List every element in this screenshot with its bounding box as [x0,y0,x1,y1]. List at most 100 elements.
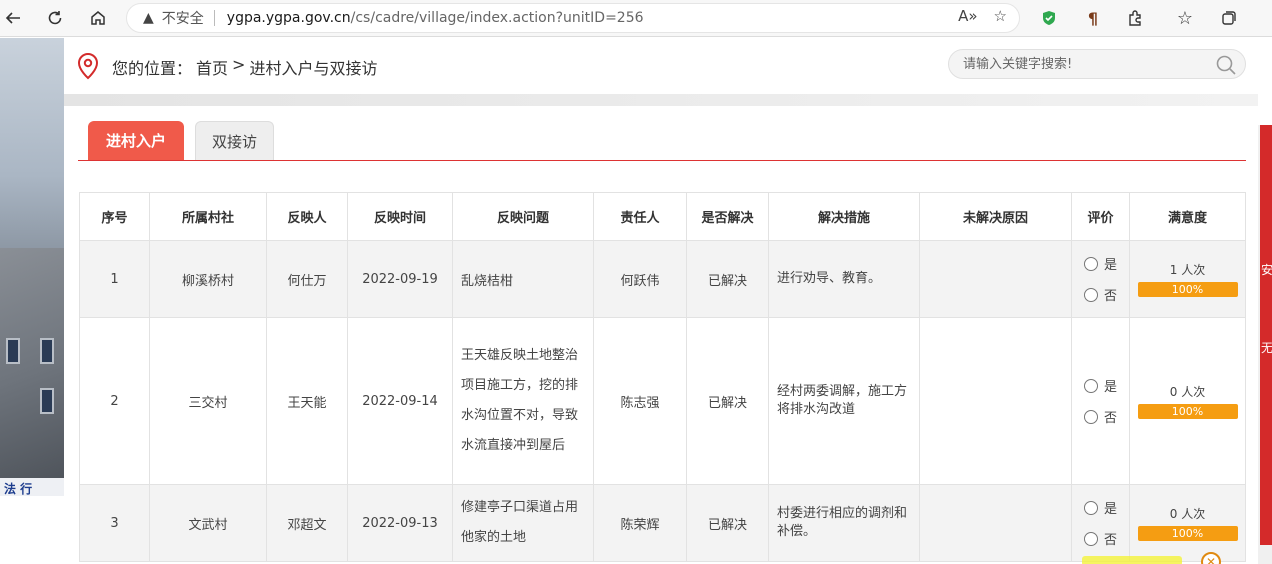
cell-reporter: 邓超文 [266,484,348,562]
reload-icon[interactable] [42,5,68,31]
satisfaction-bar: 100% [1137,404,1238,419]
cell-measure: 经村两委调解，施工方将排水沟改道 [768,317,920,485]
cell-reporter: 何仕万 [266,240,348,318]
rate-yes-radio[interactable] [1083,500,1098,515]
page-header: 您的位置： 首页 > 进村入户与双接访 [64,38,1258,94]
search-icon[interactable] [1215,54,1237,76]
cell-reason [919,240,1072,318]
vote-count: 0 人次 [1169,507,1206,521]
insecure-label: 不安全 [161,11,204,27]
satisfaction-bar: 100% [1137,526,1238,541]
address-bar[interactable]: ▲ 不安全 ygpa.ygpa.gov.cn/cs/cadre/village/… [126,3,1020,33]
cell-solved: 已解决 [686,317,769,485]
cell-measure: 村委进行相应的调剂和补偿。 [768,484,920,562]
breadcrumb-current: 进村入户与双接访 [249,59,378,78]
column-header: 是否解决 [686,192,769,241]
side-char: 无 [1261,341,1272,355]
rate-yes-label: 是 [1103,380,1117,395]
breadcrumb-home-link[interactable]: 首页 [196,55,228,79]
favorites-icon[interactable]: ☆ [1172,5,1198,31]
column-header: 所属村社 [149,192,267,241]
search-input[interactable] [963,54,1203,74]
rate-no-label: 否 [1103,289,1117,304]
search-box [948,49,1246,79]
back-arrow-icon[interactable] [0,5,26,31]
cell-solved: 已解决 [686,240,769,318]
column-header: 反映问题 [452,192,594,241]
cell-date: 2022-09-14 [347,317,453,485]
right-side-bar: 安 无 [1258,125,1272,564]
column-header: 责任人 [593,192,687,241]
window-graphic [40,388,54,414]
building-graphic [0,248,64,496]
rate-no-option[interactable]: 否 [1083,529,1117,548]
right-red-panel[interactable]: 安 无 [1260,125,1272,545]
column-header: 反映人 [266,192,348,241]
rate-yes-label: 是 [1103,258,1117,273]
cell-problem: 乱烧桔柑 [452,240,594,318]
cell-date: 2022-09-13 [347,484,453,562]
collections-icon[interactable] [1216,5,1242,31]
home-icon[interactable] [85,5,111,31]
column-header: 满意度 [1129,192,1246,241]
warning-triangle-icon: ▲ [143,10,154,26]
column-header: 未解决原因 [919,192,1072,241]
content-panel: 进村入户 双接访 序号 所属村社 反映人 反映时间 反映问题 责任人 是否解决 … [64,106,1258,564]
table-row: 3 文武村 邓超文 2022-09-13 修建亭子口渠道占用他家的土地 陈荣辉 … [79,484,1246,562]
rate-no-label: 否 [1103,411,1117,426]
shield-extension-icon[interactable] [1036,5,1062,31]
cell-problem: 王天雄反映土地整治项目施工方，挖的排水沟位置不对，导致水流直接冲到屋后 [452,317,594,485]
rate-no-radio[interactable] [1083,409,1098,424]
tab-village-visit[interactable]: 进村入户 [88,121,184,160]
breadcrumb: 您的位置： 首页 > 进村入户与双接访 [112,55,377,79]
rate-yes-option[interactable]: 是 [1083,254,1117,273]
rate-no-option[interactable]: 否 [1083,407,1117,426]
rate-yes-option[interactable]: 是 [1083,376,1117,395]
rate-yes-radio[interactable] [1083,378,1098,393]
cell-reason [919,484,1072,562]
cell-satisfaction: 0 人次 100% [1129,484,1246,562]
rate-no-radio[interactable] [1083,287,1098,302]
table-header-row: 序号 所属村社 反映人 反映时间 反映问题 责任人 是否解决 解决措施 未解决原… [79,192,1246,241]
cell-rating: 是 否 [1071,484,1130,562]
add-favorite-icon[interactable]: ☆ [994,7,1007,25]
cell-reason [919,317,1072,485]
side-char: 安 [1261,263,1272,277]
column-header: 反映时间 [347,192,453,241]
breadcrumb-separator: > [232,55,246,74]
rate-no-option[interactable]: 否 [1083,285,1117,304]
vote-count: 0 人次 [1169,385,1206,399]
window-graphic [40,338,54,364]
building-plaque: 法 行 [0,478,64,496]
cell-village: 文武村 [149,484,267,562]
cell-reporter: 王天能 [266,317,348,485]
rate-yes-radio[interactable] [1083,256,1098,271]
cell-owner: 陈志强 [593,317,687,485]
cell-satisfaction: 1 人次 100% [1129,240,1246,318]
rate-yes-option[interactable]: 是 [1083,498,1117,517]
header-strip [64,94,1258,106]
problem-text: 修建亭子口渠道占用他家的土地 [461,500,579,545]
column-header: 序号 [79,192,150,241]
extensions-puzzle-icon[interactable] [1122,5,1148,31]
read-aloud-icon[interactable]: A» [958,7,977,25]
rate-no-radio[interactable] [1083,531,1098,546]
cell-problem: 修建亭子口渠道占用他家的土地 [452,484,594,562]
tab-dual-reception[interactable]: 双接访 [195,121,274,160]
cell-village: 柳溪桥村 [149,240,267,318]
table-row: 1 柳溪桥村 何仕万 2022-09-19 乱烧桔柑 何跃伟 已解决 进行劝导、… [79,240,1246,318]
column-header: 解决措施 [768,192,920,241]
window-graphic [6,338,20,364]
url-path: /cs/cadre/village/index.action?unitID=25… [350,10,644,26]
cell-rating: 是 否 [1071,240,1130,318]
highlight-mark [1082,556,1182,564]
pilcrow-extension-icon[interactable]: ¶ [1080,5,1106,31]
cell-owner: 何跃伟 [593,240,687,318]
location-pin-icon [77,52,99,80]
cell-solved: 已解决 [686,484,769,562]
cell-village: 三交村 [149,317,267,485]
browser-toolbar: ▲ 不安全 ygpa.ygpa.gov.cn/cs/cadre/village/… [0,0,1272,37]
cell-rating: 是 否 [1071,317,1130,485]
rate-no-label: 否 [1103,533,1117,548]
vote-count: 1 人次 [1169,263,1206,277]
